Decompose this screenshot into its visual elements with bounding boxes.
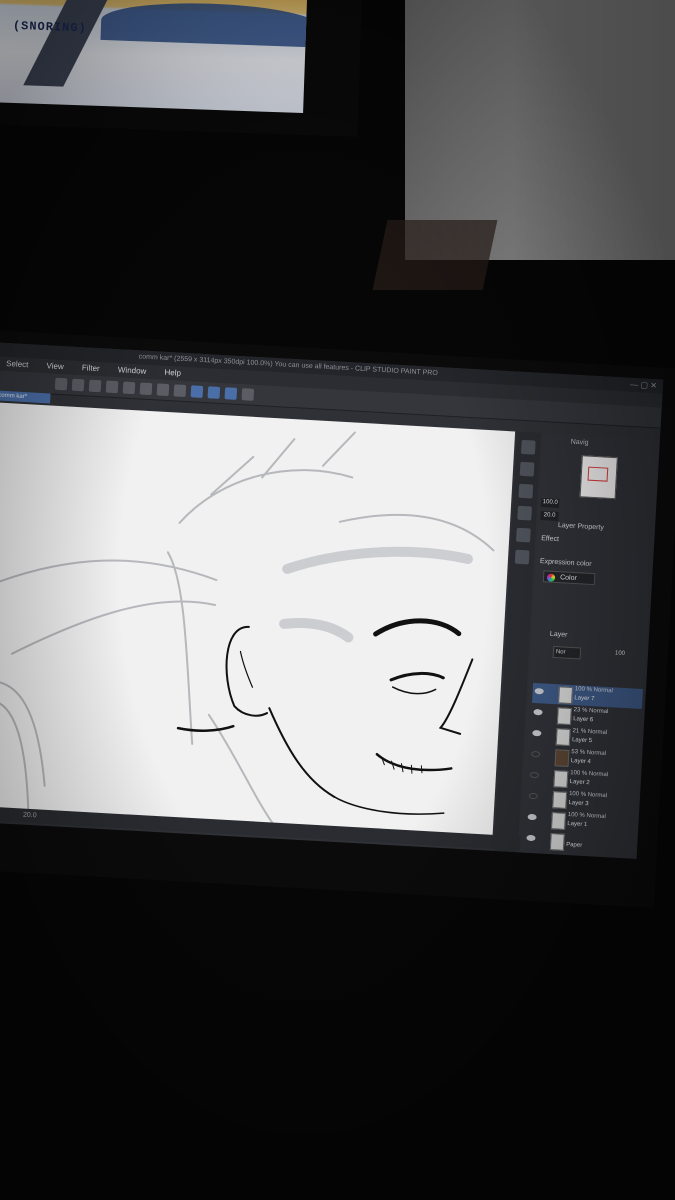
snoring-caption: (SNORING) xyxy=(12,18,87,36)
clip-studio-window: comm kar* (2559 x 3114px 350dpi 100.0%) … xyxy=(0,342,664,859)
expression-color-value: Color xyxy=(559,574,577,583)
layer-thumbnail xyxy=(556,707,572,726)
new-file-icon[interactable] xyxy=(54,377,68,391)
layer-mode: 100 % Normal xyxy=(570,770,609,779)
layer-name: Layer 7 xyxy=(574,695,595,703)
undo-icon[interactable] xyxy=(105,380,119,394)
effect-label: Effect xyxy=(541,535,560,544)
window-controls[interactable]: — ▢ ✕ xyxy=(630,380,657,390)
loading-icon xyxy=(139,382,153,396)
layer-panel-title[interactable]: Layer xyxy=(550,631,568,639)
eye-icon[interactable] xyxy=(531,750,541,758)
main-monitor: comm kar* (2559 x 3114px 350dpi 100.0%) … xyxy=(0,330,675,908)
drawing-canvas[interactable] xyxy=(0,402,516,836)
save-icon[interactable] xyxy=(88,379,102,393)
menu-help[interactable]: Help xyxy=(164,366,181,381)
layer-mode: 100 % Normal xyxy=(567,812,606,821)
document-tab[interactable]: comm kar* xyxy=(0,390,51,404)
eye-icon[interactable] xyxy=(528,792,538,800)
layer-thumbnail xyxy=(553,770,569,788)
redo-icon[interactable] xyxy=(122,381,136,395)
eye-icon[interactable] xyxy=(533,708,543,716)
expression-color-label: Expression color xyxy=(539,558,592,568)
right-panel: Navig 100.0 20.0 Layer Property Effect E… xyxy=(519,433,660,859)
layer-thumbnail xyxy=(555,728,571,747)
search-icon[interactable] xyxy=(520,439,536,455)
layer-list: 100 % Normal Layer 7 23 % Normal Layer 6… xyxy=(524,682,643,857)
fill-icon[interactable] xyxy=(156,383,170,397)
navigator-zoom[interactable]: 100.0 xyxy=(540,498,560,509)
menu-view[interactable]: View xyxy=(46,359,64,374)
panel-icon-3[interactable] xyxy=(517,505,532,521)
layer-name: Layer 3 xyxy=(568,800,589,808)
color-wheel-icon xyxy=(546,573,556,582)
eye-icon[interactable] xyxy=(529,771,540,779)
eye-icon[interactable] xyxy=(532,729,542,737)
eye-icon[interactable] xyxy=(527,813,537,821)
menu-window[interactable]: Window xyxy=(117,363,147,379)
layer-name: Layer 5 xyxy=(571,737,593,745)
navigator-rotate[interactable]: 20.0 xyxy=(540,511,559,522)
layer-thumbnail xyxy=(552,791,568,809)
navigator-tab[interactable]: Navig xyxy=(570,439,588,447)
menu-filter[interactable]: Filter xyxy=(82,361,101,376)
sketch-drawing xyxy=(0,431,495,825)
status-zoom[interactable]: 20.0 xyxy=(23,812,37,820)
snap-special-ruler-icon[interactable] xyxy=(207,386,221,399)
snap-ruler-icon[interactable] xyxy=(190,385,204,398)
navigator-preview[interactable] xyxy=(579,455,618,500)
help-icon[interactable] xyxy=(241,388,255,401)
panel-icon-2[interactable] xyxy=(518,483,534,499)
layer-opacity[interactable]: 100 xyxy=(615,650,625,657)
layer-mode: 100 % Normal xyxy=(568,791,608,800)
upper-monitor: (SNORING) xyxy=(0,0,363,137)
menu-select[interactable]: Select xyxy=(6,357,29,372)
layer-name: Layer 2 xyxy=(569,779,590,787)
layer-mode: 23 % Normal xyxy=(573,707,609,716)
wall-shadow xyxy=(372,220,498,290)
layer-mode: 53 % Normal xyxy=(571,749,607,758)
upper-monitor-screen: (SNORING) xyxy=(0,0,308,114)
open-file-icon[interactable] xyxy=(71,378,85,392)
panel-icon-1[interactable] xyxy=(519,461,535,477)
paper-thumbnail xyxy=(549,833,565,851)
layer-color-icon[interactable] xyxy=(173,384,187,398)
layer-name: Paper xyxy=(565,841,583,849)
eye-icon[interactable] xyxy=(534,687,544,695)
panel-icon-5[interactable] xyxy=(514,549,530,565)
layer-property-title[interactable]: Layer Property xyxy=(558,522,604,532)
cartoon-wave xyxy=(100,0,308,48)
layer-thumbnail xyxy=(558,686,573,705)
expression-color-dropdown[interactable]: Color xyxy=(542,570,596,586)
layer-name: Layer 1 xyxy=(567,821,588,829)
navigator-viewport[interactable] xyxy=(587,466,609,482)
layer-name: Layer 6 xyxy=(573,716,594,724)
blend-mode-select[interactable]: Nor xyxy=(552,645,582,660)
layer-thumbnail xyxy=(554,749,570,767)
panel-icon-4[interactable] xyxy=(516,527,531,543)
layer-name: Layer 4 xyxy=(570,758,591,766)
eye-icon[interactable] xyxy=(526,834,536,842)
cartoon-rail xyxy=(23,0,119,87)
layer-mode: 100 % Normal xyxy=(574,686,613,695)
layer-mode: 21 % Normal xyxy=(572,728,608,737)
layer-thumbnail xyxy=(551,812,566,830)
snap-grid-icon[interactable] xyxy=(224,387,238,400)
